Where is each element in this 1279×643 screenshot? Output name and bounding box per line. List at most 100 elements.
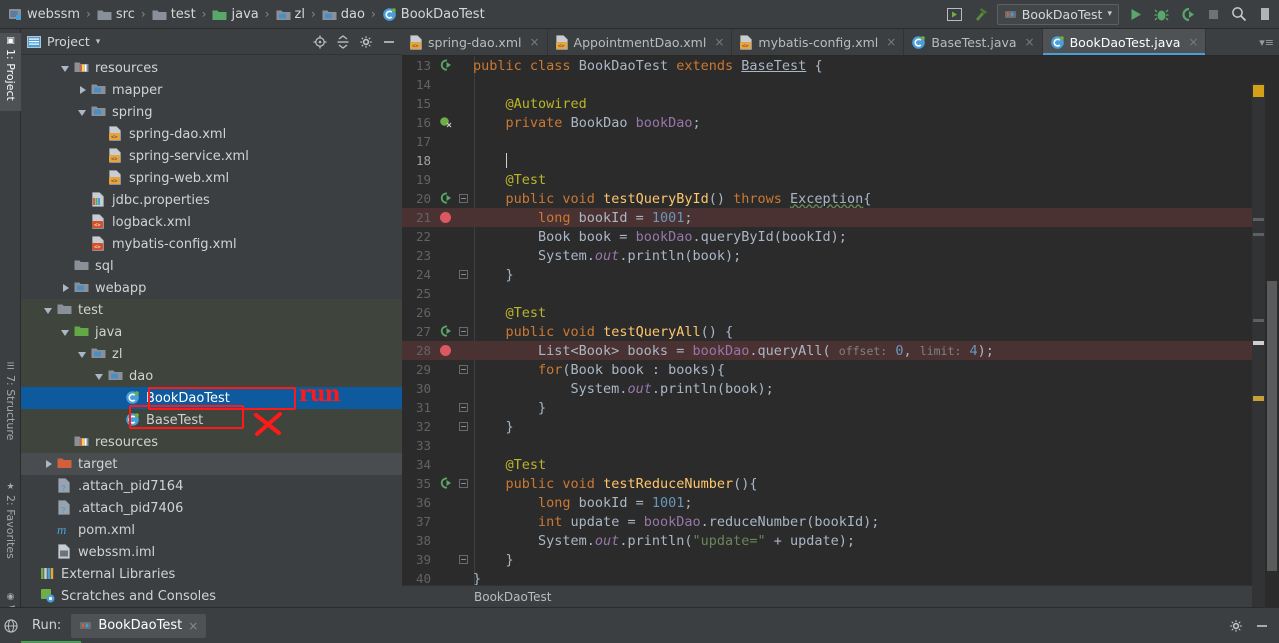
code-fold-icon[interactable]: [459, 479, 468, 488]
tree-node-dao[interactable]: dao: [21, 365, 402, 387]
tree-node-resources[interactable]: resources: [21, 431, 402, 453]
run-configuration-selector[interactable]: BookDaoTest ▾: [996, 3, 1119, 25]
editor-vertical-scrollbar[interactable]: [1265, 83, 1279, 607]
build-hammer-icon[interactable]: [971, 4, 991, 24]
editor-tab-appointmentdao-xml[interactable]: <> AppointmentDao.xml ×: [548, 29, 733, 55]
run-method-gutter-icon[interactable]: [439, 59, 452, 72]
tree-node-java[interactable]: java: [21, 321, 402, 343]
gutter[interactable]: [435, 113, 465, 132]
code-line[interactable]: 31 }: [402, 398, 1279, 417]
breadcrumb-item-bookdaotest[interactable]: BookDaoTest: [380, 7, 487, 22]
editor-tab-spring-dao-xml[interactable]: <> spring-dao.xml ×: [402, 29, 548, 55]
run-button[interactable]: [1125, 4, 1145, 24]
tool-window-tab-structure[interactable]: ☰ 7: Structure: [0, 359, 21, 459]
tool-window-tab-favorites[interactable]: ★ 2: Favorites: [0, 479, 21, 577]
gutter[interactable]: [435, 132, 465, 151]
hide-panel-icon[interactable]: [382, 35, 396, 49]
code-fold-icon[interactable]: [459, 194, 468, 203]
debug-button[interactable]: [1151, 4, 1171, 24]
code-line[interactable]: 37 int update = bookDao.reduceNumber(boo…: [402, 512, 1279, 531]
tree-node-external-libraries[interactable]: External Libraries: [21, 563, 402, 585]
tree-node-target[interactable]: target: [21, 453, 402, 475]
marker-change[interactable]: [1253, 218, 1264, 221]
editor-tab-bookdaotest-java[interactable]: BookDaoTest.java ×: [1042, 29, 1207, 55]
code-line[interactable]: 20 public void testQueryById() throws Ex…: [402, 189, 1279, 208]
code-line[interactable]: 34 @Test: [402, 455, 1279, 474]
code-line[interactable]: 36 long bookId = 1001;: [402, 493, 1279, 512]
code-editor[interactable]: 13 public class BookDaoTest extends BaseT…: [402, 56, 1279, 607]
locate-icon[interactable]: [313, 35, 327, 49]
code-line[interactable]: 26 @Test: [402, 303, 1279, 322]
code-fold-icon[interactable]: [459, 403, 468, 412]
gutter[interactable]: [435, 189, 468, 208]
gutter[interactable]: [435, 341, 465, 360]
gutter[interactable]: [435, 550, 468, 569]
tree-node-test[interactable]: test: [21, 299, 402, 321]
marker-stripe[interactable]: [1252, 83, 1265, 607]
breadcrumb-item-dao[interactable]: dao: [320, 7, 367, 22]
tree-node-spring-service-xml[interactable]: <> spring-service.xml: [21, 145, 402, 167]
tab-overflow-button[interactable]: ▾≡: [1254, 29, 1279, 55]
settings-gear-icon[interactable]: [1229, 619, 1243, 633]
breadcrumb-item-src[interactable]: src: [95, 7, 137, 22]
gutter[interactable]: [435, 75, 465, 94]
tree-node-mapper[interactable]: mapper: [21, 79, 402, 101]
code-line[interactable]: 14: [402, 75, 1279, 94]
gutter[interactable]: [435, 493, 465, 512]
spring-bean-gutter-icon[interactable]: [439, 116, 452, 129]
marker-warning[interactable]: [1253, 396, 1264, 401]
tree-node-webssm-iml[interactable]: webssm.iml: [21, 541, 402, 563]
web-tool-icon[interactable]: [0, 618, 22, 633]
gutter[interactable]: [435, 455, 465, 474]
collapse-all-icon[interactable]: [336, 34, 350, 49]
editor-tab-basetest-java[interactable]: BaseTest.java ×: [904, 29, 1043, 55]
close-icon[interactable]: ×: [714, 35, 724, 49]
close-icon[interactable]: ×: [1188, 35, 1198, 49]
gutter[interactable]: [435, 227, 465, 246]
chevron-down-icon[interactable]: ▾: [1107, 9, 1112, 19]
breakpoint-icon[interactable]: [440, 212, 451, 223]
gutter[interactable]: [435, 360, 468, 379]
code-line[interactable]: 22 Book book = bookDao.queryById(bookId)…: [402, 227, 1279, 246]
code-line[interactable]: 15 @Autowired: [402, 94, 1279, 113]
tree-expand-arrow-icon[interactable]: [44, 305, 55, 316]
tree-node-zl[interactable]: zl: [21, 343, 402, 365]
code-line[interactable]: 18: [402, 151, 1279, 170]
code-line[interactable]: 23 System.out.println(book);: [402, 246, 1279, 265]
tree-node-spring-web-xml[interactable]: <> spring-web.xml: [21, 167, 402, 189]
tree-expand-arrow-icon[interactable]: [61, 283, 72, 294]
close-icon[interactable]: ×: [886, 35, 896, 49]
gutter[interactable]: [435, 284, 465, 303]
code-line[interactable]: 21 long bookId = 1001;: [402, 208, 1279, 227]
breadcrumb-item-java[interactable]: java: [210, 7, 260, 22]
code-line[interactable]: 38 System.out.println("update=" + update…: [402, 531, 1279, 550]
more-actions-icon[interactable]: [1255, 4, 1275, 24]
code-line[interactable]: 13 public class BookDaoTest extends BaseT…: [402, 56, 1279, 75]
gutter[interactable]: [435, 94, 465, 113]
run-with-coverage-button[interactable]: [1177, 4, 1197, 24]
gutter[interactable]: [435, 512, 465, 531]
run-method-gutter-icon[interactable]: [439, 477, 452, 490]
code-line[interactable]: 33: [402, 436, 1279, 455]
gutter[interactable]: [435, 56, 465, 75]
code-line[interactable]: 39 }: [402, 550, 1279, 569]
tree-node-spring[interactable]: spring: [21, 101, 402, 123]
gutter[interactable]: [435, 303, 465, 322]
tree-node-spring-dao-xml[interactable]: <> spring-dao.xml: [21, 123, 402, 145]
gutter[interactable]: [435, 322, 468, 341]
code-fold-icon[interactable]: [459, 365, 468, 374]
gutter[interactable]: [435, 151, 465, 170]
close-icon[interactable]: ×: [529, 35, 539, 49]
tree-node-webapp[interactable]: webapp: [21, 277, 402, 299]
tool-window-tab-project[interactable]: ▣ 1: Project: [0, 33, 21, 111]
marker-warning[interactable]: [1253, 85, 1264, 97]
tree-expand-arrow-icon[interactable]: [78, 349, 89, 360]
tree-node--attach-pid7164[interactable]: ? .attach_pid7164: [21, 475, 402, 497]
tree-node-resources[interactable]: resources: [21, 57, 402, 79]
chevron-down-icon[interactable]: ▾: [96, 37, 101, 47]
code-fold-icon[interactable]: [459, 270, 468, 279]
gutter[interactable]: [435, 208, 465, 227]
breadcrumb-item-zl[interactable]: zl: [274, 7, 307, 22]
marker-caret[interactable]: [1253, 341, 1264, 345]
code-fold-icon[interactable]: [459, 422, 468, 431]
